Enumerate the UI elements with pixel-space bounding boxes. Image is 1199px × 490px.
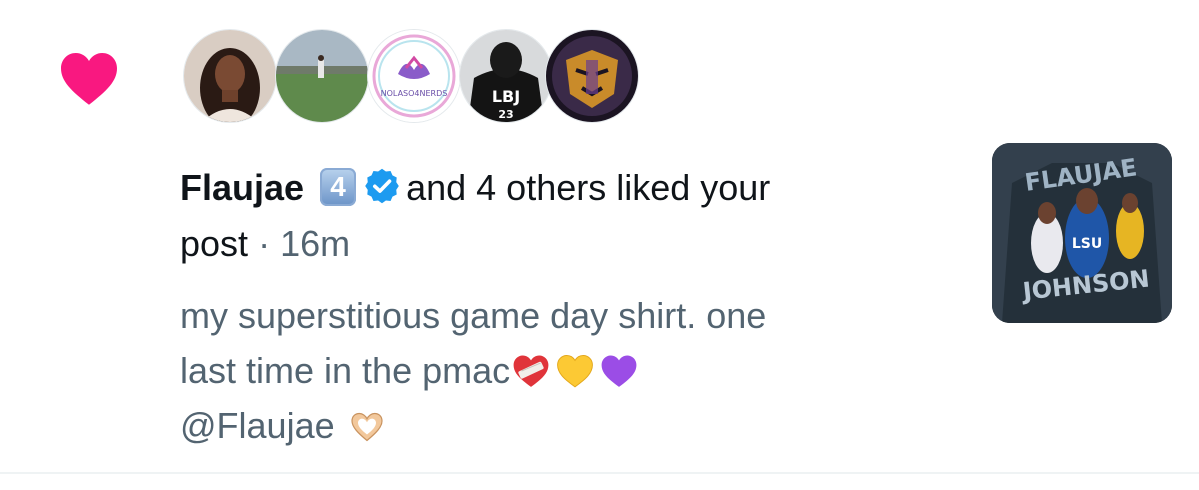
notification-summary: and 4 others liked your <box>406 167 771 208</box>
avatar-portrait-image <box>184 30 276 122</box>
avatar-jersey-image: LBJ 23 <box>460 30 552 122</box>
like-notification[interactable]: NOLASO4NERDS LBJ 23 Flaujae 4 and 4 othe… <box>0 0 1199 468</box>
divider <box>0 472 1199 474</box>
avatar-field-image <box>276 30 368 122</box>
actor-name[interactable]: Flaujae <box>180 167 304 208</box>
keycap-four-badge: 4 <box>320 168 357 206</box>
avatar-logo-text: NOLASO4NERDS <box>381 89 448 98</box>
post-preview-text: my superstitious game day shirt. one las… <box>180 288 980 453</box>
avatar[interactable] <box>184 30 276 122</box>
avatar[interactable] <box>546 30 638 122</box>
yellow-heart-icon <box>557 355 594 388</box>
avatar-tiger-image <box>546 30 638 122</box>
avatar-jersey-text: LBJ <box>492 87 520 106</box>
notification-headline: Flaujae 4 and 4 others liked your post ·… <box>180 160 960 272</box>
heart-icon <box>61 53 117 105</box>
avatar[interactable]: NOLASO4NERDS <box>368 30 460 122</box>
verified-badge-icon <box>365 168 399 204</box>
post-thumbnail[interactable]: FLAUJAE LSU JOHNSON <box>992 143 1172 323</box>
avatar-jersey-number: 23 <box>498 108 513 121</box>
notification-time: 16m <box>280 223 351 264</box>
avatar[interactable] <box>276 30 368 122</box>
notification-summary-end: post <box>180 223 249 264</box>
avatar[interactable]: LBJ 23 <box>460 30 552 122</box>
post-mention[interactable]: @Flaujae <box>180 405 335 446</box>
post-text-line-1: my superstitious game day shirt. one <box>180 295 767 336</box>
purple-heart-icon <box>601 355 637 387</box>
avatar-logo-image: NOLASO4NERDS <box>368 30 460 122</box>
post-thumbnail-image: FLAUJAE LSU JOHNSON <box>992 143 1172 323</box>
meta-separator: · <box>258 223 271 264</box>
heart-hands-icon <box>351 412 383 442</box>
thumb-team-text: LSU <box>1072 236 1102 252</box>
post-text-line-2: last time in the pmac <box>180 350 511 391</box>
mending-heart-icon <box>513 355 549 387</box>
